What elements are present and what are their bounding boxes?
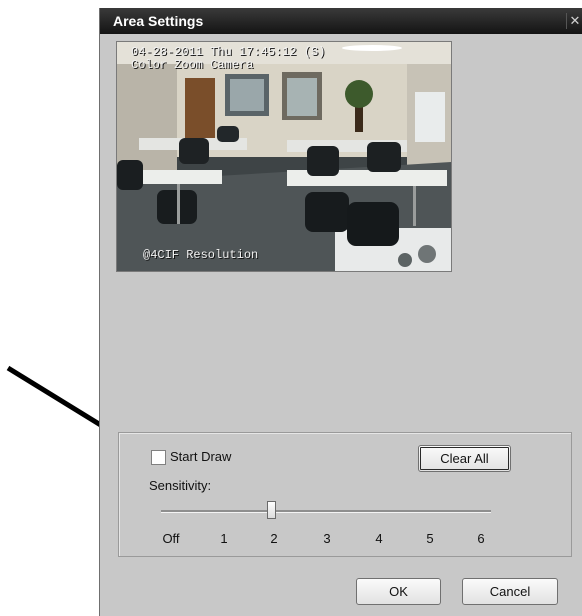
- clear-all-button[interactable]: Clear All: [418, 445, 511, 472]
- sensitivity-tick-1: 1: [220, 531, 228, 546]
- sensitivity-tick-4: 4: [375, 531, 383, 546]
- start-draw-label[interactable]: Start Draw: [170, 449, 231, 464]
- camera-scene: [117, 42, 451, 271]
- sensitivity-slider-thumb[interactable]: [267, 501, 276, 519]
- camera-preview[interactable]: 04-28-2011 Thu 17:45:12 (S) Color Zoom C…: [116, 41, 452, 272]
- title-bar: Area Settings ✕: [100, 8, 582, 34]
- sensitivity-slider-track[interactable]: [161, 510, 491, 513]
- cancel-button[interactable]: Cancel: [462, 578, 558, 605]
- sensitivity-label: Sensitivity:: [149, 478, 212, 493]
- osd-resolution: @4CIF Resolution: [143, 248, 259, 262]
- ok-button[interactable]: OK: [356, 578, 441, 605]
- sensitivity-tick-3: 3: [323, 531, 331, 546]
- area-settings-dialog: Area Settings ✕ 04-28-2011 Thu 17:45:12 …: [99, 8, 582, 616]
- sensitivity-tick-2: 2: [270, 531, 278, 546]
- area-controls-group: Start Draw Clear All Sensitivity: Off 1 …: [118, 432, 572, 557]
- dialog-title: Area Settings: [113, 13, 204, 29]
- close-icon[interactable]: ✕: [566, 13, 582, 29]
- sensitivity-tick-6: 6: [477, 531, 485, 546]
- start-draw-checkbox[interactable]: [151, 450, 166, 465]
- sensitivity-tick-off: Off: [162, 531, 180, 546]
- sensitivity-tick-5: 5: [426, 531, 434, 546]
- osd-camera-name: Color Zoom Camera: [131, 58, 254, 72]
